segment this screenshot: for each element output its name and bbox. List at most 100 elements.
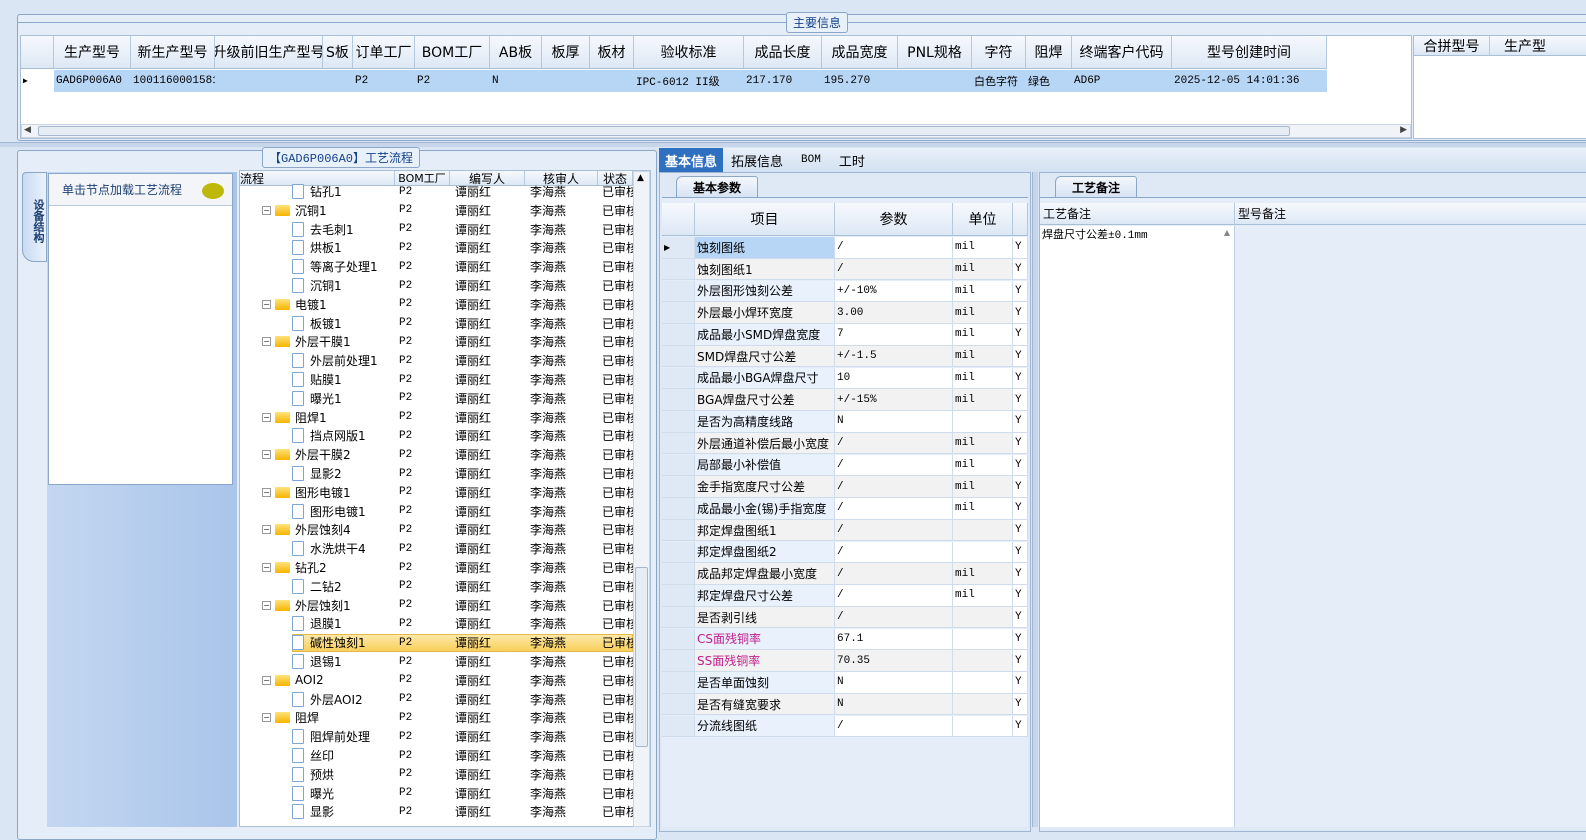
param-value[interactable]: / — [835, 541, 953, 563]
col-item[interactable]: 项目 — [695, 203, 835, 235]
param-value[interactable]: / — [835, 498, 953, 519]
tree-row[interactable]: 挡点网版1 P2 谭丽红 李海燕 已审核 — [240, 426, 633, 445]
tree-row[interactable]: − AOI2 P2 谭丽红 李海燕 已审核 — [240, 671, 633, 690]
tree-row[interactable]: 外层AOI2 P2 谭丽红 李海燕 已审核 — [240, 690, 633, 709]
param-row[interactable]: CS面残铜率 67.1 Y — [662, 628, 1028, 651]
tree-row[interactable]: 贴膜1 P2 谭丽红 李海燕 已审核 — [240, 370, 633, 389]
param-value[interactable]: / — [835, 585, 953, 606]
param-value[interactable]: / — [835, 606, 953, 628]
param-value[interactable]: / — [835, 715, 953, 737]
tree-row[interactable]: − 外层蚀刻1 P2 谭丽红 李海燕 已审核 — [240, 596, 633, 615]
tree-row[interactable]: − 电镀1 P2 谭丽红 李海燕 已审核 — [240, 295, 633, 314]
tab-basic-params[interactable]: 基本参数 — [676, 176, 758, 197]
param-row[interactable]: 邦定焊盘图纸1/ Y — [662, 519, 1028, 542]
param-row[interactable]: 金手指宽度尺寸公差 / mil Y — [662, 476, 1028, 498]
tab-extended-info[interactable]: 拓展信息 — [723, 148, 791, 173]
tree-row[interactable]: − 阻焊1 P2 谭丽红 李海燕 已审核 — [240, 408, 633, 427]
collapse-icon[interactable]: − — [262, 337, 271, 347]
tree-row[interactable]: 预烘 P2 谭丽红 李海燕 已审核 — [240, 765, 633, 784]
tree-scrollbar-thumb[interactable] — [635, 567, 648, 747]
param-value[interactable]: 67.1 — [835, 628, 953, 650]
col-header[interactable]: 成品宽度 — [822, 36, 898, 68]
param-row[interactable]: BGA焊盘尺寸公差 +/-15% mil Y — [662, 389, 1028, 411]
col-header[interactable]: 升级前旧生产型号 — [215, 36, 323, 68]
tree-row[interactable]: − 沉铜1 P2 谭丽红 李海燕 已审核 — [240, 201, 633, 220]
tree-row[interactable]: 退膜1 P2 谭丽红 李海燕 已审核 — [240, 614, 633, 633]
col-header[interactable]: 字符 — [972, 36, 1026, 68]
tree-row[interactable]: 沉铜1 P2 谭丽红 李海燕 已审核 — [240, 276, 633, 295]
cell[interactable] — [323, 70, 353, 92]
col-header[interactable]: 订单工厂 — [353, 36, 415, 68]
tree-vertical-scrollbar[interactable]: ▲ — [633, 171, 650, 827]
col-param[interactable]: 参数 — [835, 203, 953, 235]
scrollbar-thumb[interactable] — [38, 126, 1290, 136]
col-header[interactable]: 成品长度 — [744, 36, 822, 68]
tab-basic-info[interactable]: 基本信息 — [659, 147, 724, 173]
tree-row[interactable]: 曝光 P2 谭丽红 李海燕 已审核 — [240, 784, 633, 803]
vertical-splitter[interactable] — [1032, 172, 1038, 827]
col-header[interactable]: 型号创建时间 — [1172, 36, 1327, 68]
param-value[interactable]: / — [835, 432, 953, 454]
tree-row[interactable]: − 外层蚀刻4 P2 谭丽红 李海燕 已审核 — [240, 520, 633, 539]
cell[interactable]: AD6P — [1072, 70, 1172, 92]
tree-row[interactable]: − 外层干膜2 P2 谭丽红 李海燕 已审核 — [240, 445, 633, 464]
cell[interactable]: 217.170 — [744, 70, 822, 92]
tree-row[interactable]: − 图形电镀1 P2 谭丽红 李海燕 已审核 — [240, 483, 633, 502]
cell[interactable] — [898, 70, 972, 92]
cell[interactable]: N — [490, 70, 542, 92]
param-row[interactable]: 是否为高精度线路 N Y — [662, 411, 1028, 433]
param-value[interactable]: 10 — [835, 367, 953, 389]
param-value[interactable]: N — [835, 672, 953, 693]
col-header[interactable]: BOM工厂 — [415, 36, 490, 68]
cell[interactable] — [542, 70, 590, 92]
tree-row[interactable]: 曝光1 P2 谭丽红 李海燕 已审核 — [240, 389, 633, 408]
param-row[interactable]: 局部最小补偿值 / mil Y — [662, 454, 1028, 477]
collapse-icon[interactable]: − — [262, 487, 271, 497]
col-unit[interactable]: 单位 — [953, 203, 1013, 235]
main-horizontal-scrollbar[interactable]: ◀ ▶ — [21, 124, 1411, 138]
tab-process-remarks[interactable]: 工艺备注 — [1055, 176, 1137, 197]
cell[interactable]: 2025-12-05 14:01:36 — [1172, 70, 1327, 92]
process-remark-field[interactable]: 焊盘尺寸公差±0.1mm ▲ — [1040, 226, 1235, 827]
tree-row[interactable]: 显影2 P2 谭丽红 李海燕 已审核 — [240, 464, 633, 483]
col-header[interactable]: 验收标准 — [634, 36, 744, 68]
cell[interactable]: 绿色 — [1026, 70, 1072, 92]
param-value[interactable]: / — [835, 476, 953, 497]
tree-row[interactable]: − 阻焊 P2 谭丽红 李海燕 已审核 — [240, 708, 633, 727]
tree-row[interactable]: 水洗烘干4 P2 谭丽红 李海燕 已审核 — [240, 539, 633, 558]
collapse-icon[interactable]: − — [262, 525, 271, 535]
tree-row[interactable]: 外层前处理1 P2 谭丽红 李海燕 已审核 — [240, 351, 633, 370]
col-merged-model[interactable]: 合拼型号 — [1414, 36, 1490, 55]
collapse-icon[interactable]: − — [262, 600, 271, 610]
param-row[interactable]: 外层通道补偿后最小宽度 / mil Y — [662, 432, 1028, 455]
tree-row[interactable]: 显影 P2 谭丽红 李海燕 已审核 — [240, 802, 633, 821]
cell[interactable]: IPC-6012 II级 — [634, 70, 744, 92]
col-header[interactable]: PNL规格 — [898, 36, 972, 68]
tree-row[interactable]: 二钻2 P2 谭丽红 李海燕 已审核 — [240, 577, 633, 596]
param-row[interactable]: 是否有缝宽要求 N Y — [662, 693, 1028, 716]
tree-row[interactable]: 烘板1 P2 谭丽红 李海燕 已审核 — [240, 238, 633, 257]
col-production-model[interactable]: 生产型 — [1490, 36, 1586, 55]
cell[interactable] — [590, 70, 634, 92]
param-row[interactable]: 是否剥引线 / Y — [662, 606, 1028, 629]
param-row[interactable]: 成品最小金(锡)手指宽度 / mil Y — [662, 498, 1028, 520]
param-row[interactable]: 分流线图纸 / Y — [662, 715, 1028, 738]
param-value[interactable]: +/-15% — [835, 389, 953, 410]
collapse-icon[interactable]: − — [262, 450, 271, 460]
tree-row[interactable]: 图形电镀1 P2 谭丽红 李海燕 已审核 — [240, 502, 633, 521]
param-value[interactable]: / — [835, 258, 953, 280]
tree-row[interactable]: 去毛刺1 P2 谭丽红 李海燕 已审核 — [240, 220, 633, 239]
col-model-remark[interactable]: 型号备注 — [1235, 203, 1586, 224]
col-header[interactable]: 阻焊 — [1026, 36, 1072, 68]
param-value[interactable]: +/-10% — [835, 280, 953, 302]
param-row[interactable]: SS面残铜率 70.35 Y — [662, 650, 1028, 672]
cell[interactable]: 10011600015810 — [131, 70, 215, 92]
param-value[interactable]: N — [835, 411, 953, 432]
param-value[interactable]: 3.00 — [835, 302, 953, 323]
tree-row[interactable]: 等离子处理1 P2 谭丽红 李海燕 已审核 — [240, 257, 633, 276]
cell[interactable]: GAD6P006A0 — [54, 70, 131, 92]
col-header[interactable]: 板材 — [590, 36, 634, 68]
param-value[interactable]: +/-1.5 — [835, 345, 953, 367]
param-row[interactable]: 成品最小BGA焊盘尺寸 10 mil Y — [662, 367, 1028, 390]
col-header[interactable]: 终端客户代码 — [1072, 36, 1172, 68]
